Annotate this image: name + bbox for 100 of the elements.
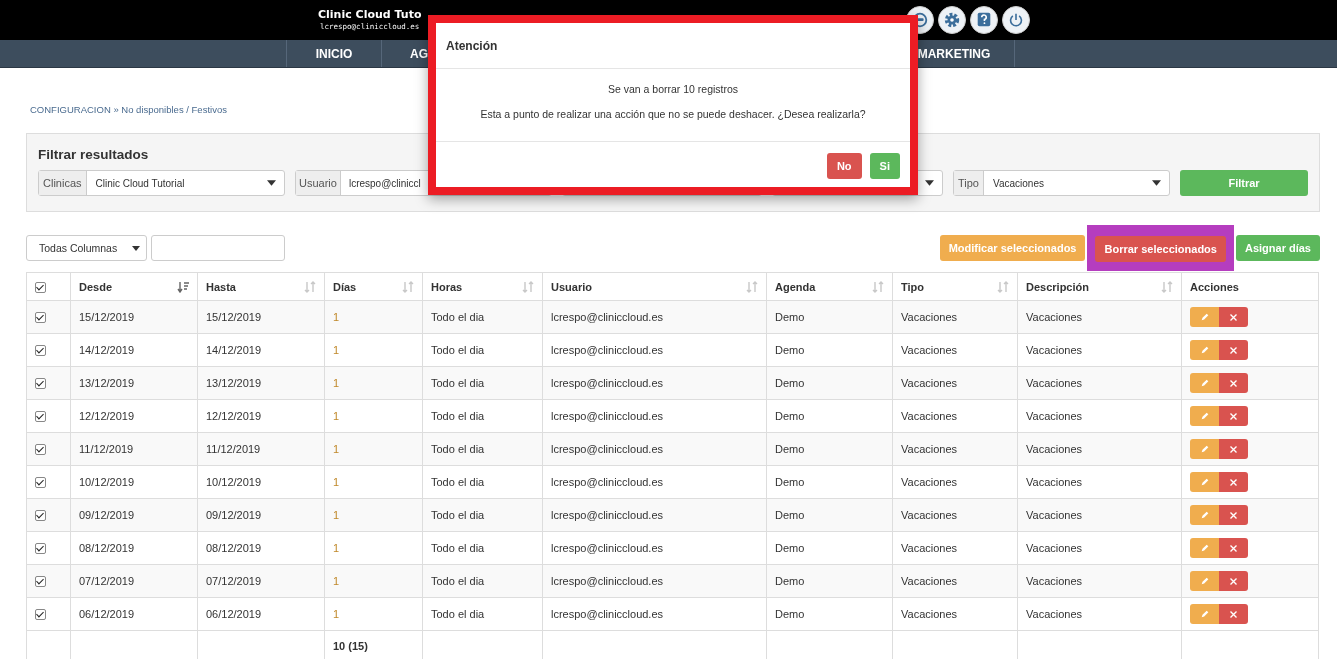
settings-icon[interactable] xyxy=(938,6,966,34)
pencil-icon xyxy=(1199,312,1210,322)
table-cell: lcrespo@cliniccloud.es xyxy=(551,311,664,323)
edit-button[interactable] xyxy=(1190,406,1219,426)
row-checkbox[interactable] xyxy=(35,312,46,324)
table-cell: 1 xyxy=(333,476,340,488)
delete-button[interactable] xyxy=(1219,340,1248,360)
sort-icon[interactable] xyxy=(1161,280,1173,293)
filter-field[interactable]: Clinicas Clinic Cloud Tutorial xyxy=(38,170,285,196)
column-header[interactable]: Descripción xyxy=(1026,280,1089,293)
row-checkbox[interactable] xyxy=(35,345,46,357)
pencil-icon xyxy=(1199,609,1210,619)
column-header[interactable]: Horas xyxy=(431,280,463,293)
delete-button[interactable] xyxy=(1219,571,1248,591)
edit-button[interactable] xyxy=(1190,373,1219,393)
power-icon[interactable] xyxy=(1002,6,1030,34)
column-select[interactable]: Todas Columnas xyxy=(26,235,147,261)
row-checkbox[interactable] xyxy=(35,477,46,489)
pencil-icon xyxy=(1199,444,1210,454)
row-checkbox[interactable] xyxy=(35,378,46,390)
table-cell: 09/12/2019 xyxy=(79,509,135,521)
table-cell: lcrespo@cliniccloud.es xyxy=(551,608,664,620)
sort-descending-icon[interactable] xyxy=(177,280,189,293)
close-icon xyxy=(1229,312,1238,322)
help-icon[interactable] xyxy=(970,6,998,34)
edit-button[interactable] xyxy=(1190,307,1219,327)
sort-icon[interactable] xyxy=(746,280,758,293)
delete-button[interactable] xyxy=(1219,505,1248,525)
row-checkbox[interactable] xyxy=(35,510,46,522)
table-cell: Vacaciones xyxy=(1026,476,1083,488)
table-cell: lcrespo@cliniccloud.es xyxy=(551,410,664,422)
sort-icon[interactable] xyxy=(304,280,316,293)
table-cell: Vacaciones xyxy=(901,344,958,356)
row-checkbox[interactable] xyxy=(35,411,46,423)
column-header[interactable]: Acciones xyxy=(1190,280,1239,293)
dialog-button[interactable]: No xyxy=(826,153,862,179)
table-cell: 1 xyxy=(333,542,340,554)
table-cell: Vacaciones xyxy=(901,542,958,554)
column-header[interactable]: Desde xyxy=(79,280,113,293)
table-cell: 07/12/2019 xyxy=(79,575,135,587)
delete-button[interactable] xyxy=(1219,472,1248,492)
row-checkbox[interactable] xyxy=(35,609,46,621)
select-all-checkbox[interactable] xyxy=(35,281,46,293)
table-cell: Todo el dia xyxy=(431,542,485,554)
sort-icon[interactable] xyxy=(872,280,884,293)
table-cell: 15/12/2019 xyxy=(206,311,262,323)
sort-icon[interactable] xyxy=(522,280,534,293)
column-header[interactable]: Agenda xyxy=(775,280,816,293)
pencil-icon xyxy=(1199,477,1210,487)
nav-item[interactable]: INICIO xyxy=(287,40,382,67)
column-header[interactable]: Días xyxy=(333,280,357,293)
edit-button[interactable] xyxy=(1190,538,1219,558)
close-icon xyxy=(1229,609,1238,619)
row-checkbox[interactable] xyxy=(35,444,46,456)
search-field[interactable] xyxy=(151,235,285,261)
edit-button[interactable] xyxy=(1190,439,1219,459)
edit-button[interactable] xyxy=(1190,571,1219,591)
table-cell: Vacaciones xyxy=(901,377,958,389)
table-cell: 14/12/2019 xyxy=(79,344,135,356)
edit-button[interactable] xyxy=(1190,604,1219,624)
edit-button[interactable] xyxy=(1190,340,1219,360)
table-cell: lcrespo@cliniccloud.es xyxy=(551,443,664,455)
row-checkbox[interactable] xyxy=(35,543,46,555)
dialog-message: Se van a borrar 10 registros xyxy=(607,83,739,95)
column-header[interactable]: Usuario xyxy=(551,280,592,293)
table-cell: Todo el dia xyxy=(431,509,485,521)
table-cell: 08/12/2019 xyxy=(206,542,262,554)
table-cell: Vacaciones xyxy=(1026,542,1083,554)
column-header[interactable]: Tipo xyxy=(901,280,924,293)
table-cell: Vacaciones xyxy=(901,608,958,620)
delete-button[interactable] xyxy=(1219,373,1248,393)
action-button[interactable]: Borrar seleccionados xyxy=(1095,236,1226,262)
table-cell: 10/12/2019 xyxy=(79,476,135,488)
delete-button[interactable] xyxy=(1219,538,1248,558)
delete-button[interactable] xyxy=(1219,604,1248,624)
delete-button[interactable] xyxy=(1219,406,1248,426)
filter-field[interactable]: Tipo Vacaciones xyxy=(953,170,1170,196)
table-cell: 11/12/2019 xyxy=(79,443,134,455)
table-cell: 06/12/2019 xyxy=(79,608,135,620)
column-header[interactable]: Hasta xyxy=(206,280,236,293)
table-cell: Vacaciones xyxy=(901,575,958,587)
table-cell: 1 xyxy=(333,509,340,521)
sort-icon[interactable] xyxy=(402,280,414,293)
delete-button[interactable] xyxy=(1219,439,1248,459)
table-cell: lcrespo@cliniccloud.es xyxy=(551,542,664,554)
close-icon xyxy=(1229,444,1238,454)
caret-icon xyxy=(132,245,140,251)
table-cell: Demo xyxy=(775,344,805,356)
edit-button[interactable] xyxy=(1190,505,1219,525)
table-cell: Vacaciones xyxy=(1026,443,1083,455)
table-cell: Todo el dia xyxy=(431,311,485,323)
table-cell: Vacaciones xyxy=(1026,410,1083,422)
delete-button[interactable] xyxy=(1219,307,1248,327)
row-checkbox[interactable] xyxy=(35,576,46,588)
table-cell: Demo xyxy=(775,608,805,620)
table-cell: Demo xyxy=(775,575,805,587)
table-cell: 1 xyxy=(333,311,340,323)
edit-button[interactable] xyxy=(1190,472,1219,492)
sort-icon[interactable] xyxy=(997,280,1009,293)
table-cell: Demo xyxy=(775,476,805,488)
